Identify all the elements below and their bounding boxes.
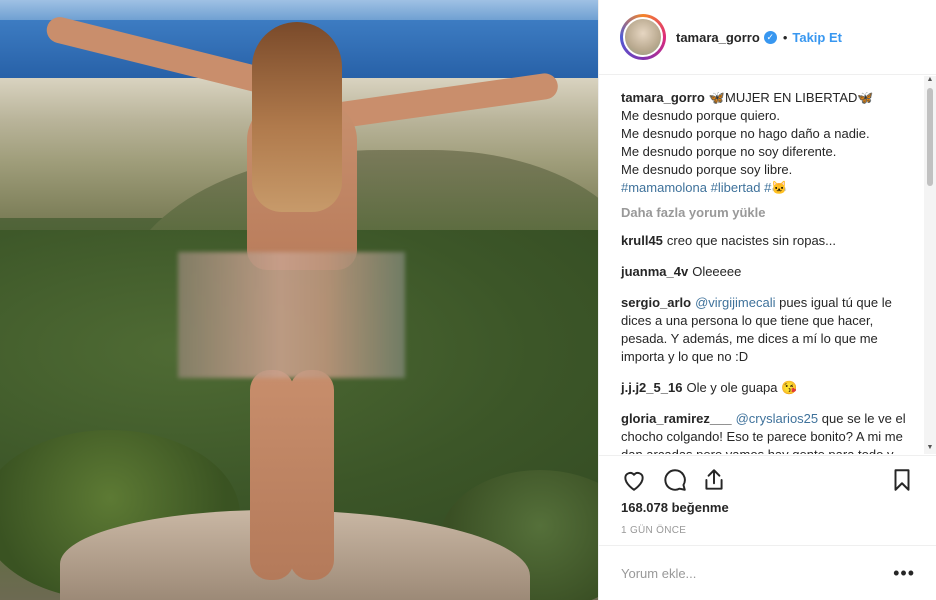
scroll-up-arrow-icon[interactable]: ▲ (924, 76, 936, 86)
verified-badge-icon: ✓ (763, 30, 777, 44)
post-header: tamara_gorro ✓ • Takip Et (599, 0, 936, 75)
figure-arm-left (43, 14, 284, 98)
caption-line: Me desnudo porque soy libre. (621, 162, 793, 177)
comment-username[interactable]: j.j.j2_5_16 (621, 380, 682, 395)
comment-item: j.j.j2_5_16 Ole y ole guapa 😘 (621, 379, 915, 397)
caption-username[interactable]: tamara_gorro (621, 90, 705, 105)
comment-mention[interactable]: @cryslarios25 (736, 411, 819, 426)
caption-line: 🦋MUJER EN LIBERTAD🦋 (708, 90, 874, 105)
add-comment-bar: ••• (599, 545, 936, 600)
heart-icon[interactable] (621, 467, 647, 493)
comment-mention[interactable]: @virgijimecali (695, 295, 775, 310)
post-photo[interactable] (0, 0, 598, 600)
instagram-post-view: tamara_gorro ✓ • Takip Et tamara_gorro 🦋M… (0, 0, 936, 600)
comment-item: juanma_4v Oleeeee (621, 263, 915, 281)
comment-username[interactable]: gloria_ramirez___ (621, 411, 732, 426)
figure-leg-left (250, 370, 294, 580)
comment-text: creo que nacistes sin ropas... (666, 233, 837, 248)
header-separator: • (782, 29, 788, 45)
header-username[interactable]: tamara_gorro (676, 30, 760, 45)
scroll-down-arrow-icon[interactable]: ▼ (924, 444, 936, 454)
comment-text: Oleeeee (692, 264, 742, 279)
post-actions-bar (599, 455, 936, 503)
figure-hair (252, 22, 342, 212)
post-timestamp[interactable]: 1 GÜN ÖNCE (621, 525, 686, 536)
figure-arm-right (318, 71, 560, 131)
comments-scrollbar[interactable]: ▲ ▼ (924, 76, 936, 454)
comments-list: tamara_gorro 🦋MUJER EN LIBERTAD🦋 Me desnu… (599, 76, 936, 454)
comment-username[interactable]: krull45 (621, 233, 663, 248)
load-more-comments-button[interactable]: Daha fazla yorum yükle (621, 205, 915, 220)
more-options-icon[interactable]: ••• (893, 564, 915, 582)
caption-line: Me desnudo porque quiero. (621, 108, 781, 123)
comment-item: gloria_ramirez___ @cryslarios25 que se le… (621, 410, 915, 454)
avatar[interactable] (623, 17, 663, 57)
comment-item: sergio_arlo @virgijimecali pues igual tú … (621, 294, 915, 366)
caption-line: Me desnudo porque no soy diferente. (621, 144, 837, 159)
post-side-panel: tamara_gorro ✓ • Takip Et tamara_gorro 🦋M… (598, 0, 936, 600)
follow-button[interactable]: Takip Et (792, 30, 842, 45)
comment-icon[interactable] (662, 467, 688, 493)
censor-blur (178, 252, 405, 378)
scrollbar-thumb[interactable] (927, 88, 933, 186)
comment-input[interactable] (621, 565, 894, 581)
comment-text: Ole y ole guapa 😘 (686, 380, 798, 395)
caption: tamara_gorro 🦋MUJER EN LIBERTAD🦋 Me desnu… (621, 89, 915, 197)
caption-hashtags[interactable]: #mamamolona #libertad #🐱 (621, 179, 915, 197)
likes-count[interactable]: 168.078 beğenme (621, 500, 729, 515)
bookmark-icon[interactable] (889, 467, 915, 493)
comment-item: krull45 creo que nacistes sin ropas... (621, 232, 915, 250)
comment-username[interactable]: juanma_4v (621, 264, 688, 279)
share-icon[interactable] (701, 467, 727, 493)
figure-leg-right (290, 370, 334, 580)
avatar-story-ring[interactable] (620, 14, 666, 60)
comment-username[interactable]: sergio_arlo (621, 295, 691, 310)
caption-line: Me desnudo porque no hago daño a nadie. (621, 126, 870, 141)
